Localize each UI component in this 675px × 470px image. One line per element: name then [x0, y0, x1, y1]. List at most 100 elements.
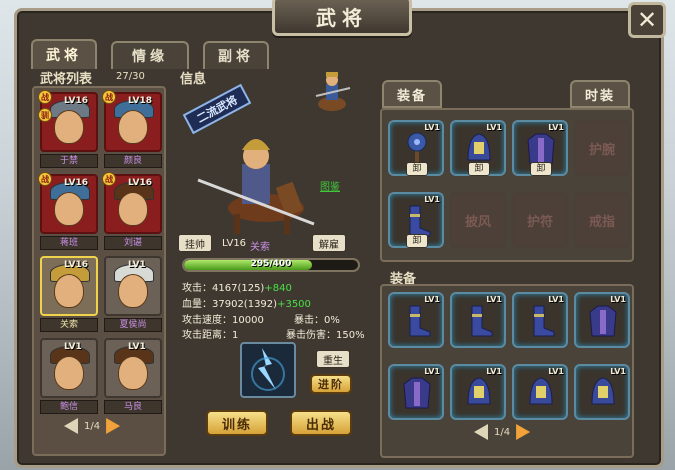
hero-sprite — [197, 139, 315, 234]
item-level: LV1 — [548, 367, 564, 376]
face-icon — [118, 110, 148, 144]
window-title: 武将 — [272, 0, 412, 36]
item-level: LV1 — [424, 123, 440, 132]
attack-stat: 攻击：4167(125)+840 — [182, 283, 292, 294]
hero-portrait: LV1 — [104, 338, 162, 398]
battle-button[interactable]: 出战 — [290, 410, 352, 436]
hero-level-label: LV1 — [128, 260, 146, 270]
inventory-prev-icon[interactable] — [474, 424, 488, 440]
inventory-pager: 1/4 — [474, 424, 531, 440]
hero-card[interactable]: LV1 鲍信 — [40, 338, 98, 414]
face-icon — [54, 110, 84, 144]
hero-level-label: LV16 — [64, 178, 88, 188]
hero-name-label: 夏侯尚 — [104, 318, 162, 332]
equip-slot[interactable]: LV1 — [574, 364, 630, 420]
equip-tab[interactable]: 装备 — [382, 80, 442, 108]
hero-name-label: 马良 — [104, 400, 162, 414]
hero-level-label: LV18 — [128, 96, 152, 106]
equip-slot[interactable]: LV1 卸 — [450, 120, 506, 176]
item-level: LV1 — [424, 367, 440, 376]
prev-page-icon[interactable] — [64, 418, 78, 434]
unequip-button[interactable]: 卸 — [406, 162, 428, 176]
hero-name-label: 刘谌 — [104, 236, 162, 250]
face-icon — [54, 356, 84, 390]
inventory-next-icon[interactable] — [516, 424, 531, 440]
status-badge: 战 — [38, 90, 52, 104]
equip-slot[interactable]: LV1 — [512, 292, 568, 348]
roster-count: 27/30 — [116, 71, 145, 82]
rebirth-button[interactable]: 重生 — [316, 350, 350, 368]
attack-speed-stat: 攻击速度：10000 — [182, 315, 264, 326]
codex-link[interactable]: 图鉴 — [320, 178, 340, 193]
hero-card[interactable]: LV1 马良 — [104, 338, 162, 414]
close-button[interactable]: ✕ — [628, 2, 666, 38]
item-level: LV1 — [486, 367, 502, 376]
hero-name-label: 蒋班 — [40, 236, 98, 250]
attack-range-stat: 攻击距离：1 — [182, 330, 239, 341]
hero-card[interactable]: LV1 夏侯尚 — [104, 256, 162, 332]
tab-bonds[interactable]: 情缘 — [111, 41, 189, 69]
hero-name: 关索 — [250, 242, 270, 253]
hero-card[interactable]: LV18 战 颜良 — [102, 90, 162, 168]
unequip-button[interactable]: 卸 — [468, 162, 490, 176]
inventory-page: 1/4 — [494, 426, 511, 438]
hero-level-label: LV1 — [128, 342, 146, 352]
equip-slot[interactable]: LV1 卸 — [512, 120, 568, 176]
status-badge: 战 — [38, 172, 52, 186]
hero-portrait: LV1 — [40, 338, 98, 398]
hero-name-label: 关索 — [40, 318, 98, 332]
equip-slot[interactable]: LV1 — [388, 292, 444, 348]
info-title: 信息 — [180, 72, 207, 87]
roster-page: 1/4 — [84, 420, 101, 432]
slot-placeholder-label: 披风 — [464, 214, 491, 230]
train-button[interactable]: 训练 — [206, 410, 268, 436]
equip-slot[interactable]: LV1 — [450, 292, 506, 348]
equip-slot[interactable]: LV1 — [388, 364, 444, 420]
equip-slot[interactable]: LV1 — [574, 292, 630, 348]
hero-name-label: 颜良 — [104, 154, 162, 168]
item-level: LV1 — [424, 195, 440, 204]
hero-card[interactable]: LV16 战 蒋班 — [38, 172, 98, 250]
equip-slot[interactable]: LV1 — [450, 364, 506, 420]
item-level: LV1 — [486, 295, 502, 304]
empty-equip-slot[interactable]: 护腕 — [574, 120, 630, 176]
fashion-tab[interactable]: 时装 — [570, 80, 630, 108]
unequip-button[interactable]: 卸 — [530, 162, 552, 176]
hero-card[interactable]: LV16 战 刘谌 — [102, 172, 162, 250]
equip-slot[interactable]: LV1 卸 — [388, 192, 444, 248]
empty-equip-slot[interactable]: 披风 — [450, 192, 506, 248]
hero-level: LV16 — [222, 238, 247, 249]
next-page-icon[interactable] — [106, 418, 121, 434]
slot-placeholder-label: 护腕 — [588, 142, 615, 158]
hero-card[interactable]: LV16 关索 — [40, 256, 98, 332]
status-badge: 驯 — [38, 108, 52, 122]
item-level: LV1 — [548, 123, 564, 132]
hero-card[interactable]: LV16 战驯 于禁 — [38, 90, 98, 168]
face-icon — [54, 192, 84, 226]
empty-equip-slot[interactable]: 戒指 — [574, 192, 630, 248]
hero-level-label: LV16 — [128, 178, 152, 188]
crit-damage-stat: 暴击伤害：150% — [286, 330, 365, 341]
hero-portrait: LV1 — [104, 256, 162, 316]
equip-slot[interactable]: LV1 — [512, 364, 568, 420]
hero-name-label: 鲍信 — [40, 400, 98, 414]
skill-icon[interactable] — [240, 342, 296, 398]
hero-portrait: LV16 — [40, 256, 98, 316]
empty-equip-slot[interactable]: 护符 — [512, 192, 568, 248]
face-icon — [54, 274, 84, 308]
dismiss-button[interactable]: 解雇 — [312, 234, 346, 252]
hp-text: 295/400 — [250, 259, 292, 269]
advance-button[interactable]: 进阶 — [310, 374, 352, 394]
item-level: LV1 — [610, 295, 626, 304]
equip-slot[interactable]: LV1 卸 — [388, 120, 444, 176]
crit-stat: 暴击：0% — [294, 315, 340, 326]
roster-title: 武将列表 — [40, 72, 93, 87]
item-level: LV1 — [610, 367, 626, 376]
hero-name-label: 于禁 — [40, 154, 98, 168]
item-level: LV1 — [424, 295, 440, 304]
unequip-button[interactable]: 卸 — [406, 234, 428, 248]
roster-pager: 1/4 — [64, 418, 121, 434]
tab-generals[interactable]: 武将 — [31, 39, 97, 69]
tab-deputy[interactable]: 副将 — [203, 41, 269, 69]
hang-general-button[interactable]: 挂帅 — [178, 234, 212, 252]
